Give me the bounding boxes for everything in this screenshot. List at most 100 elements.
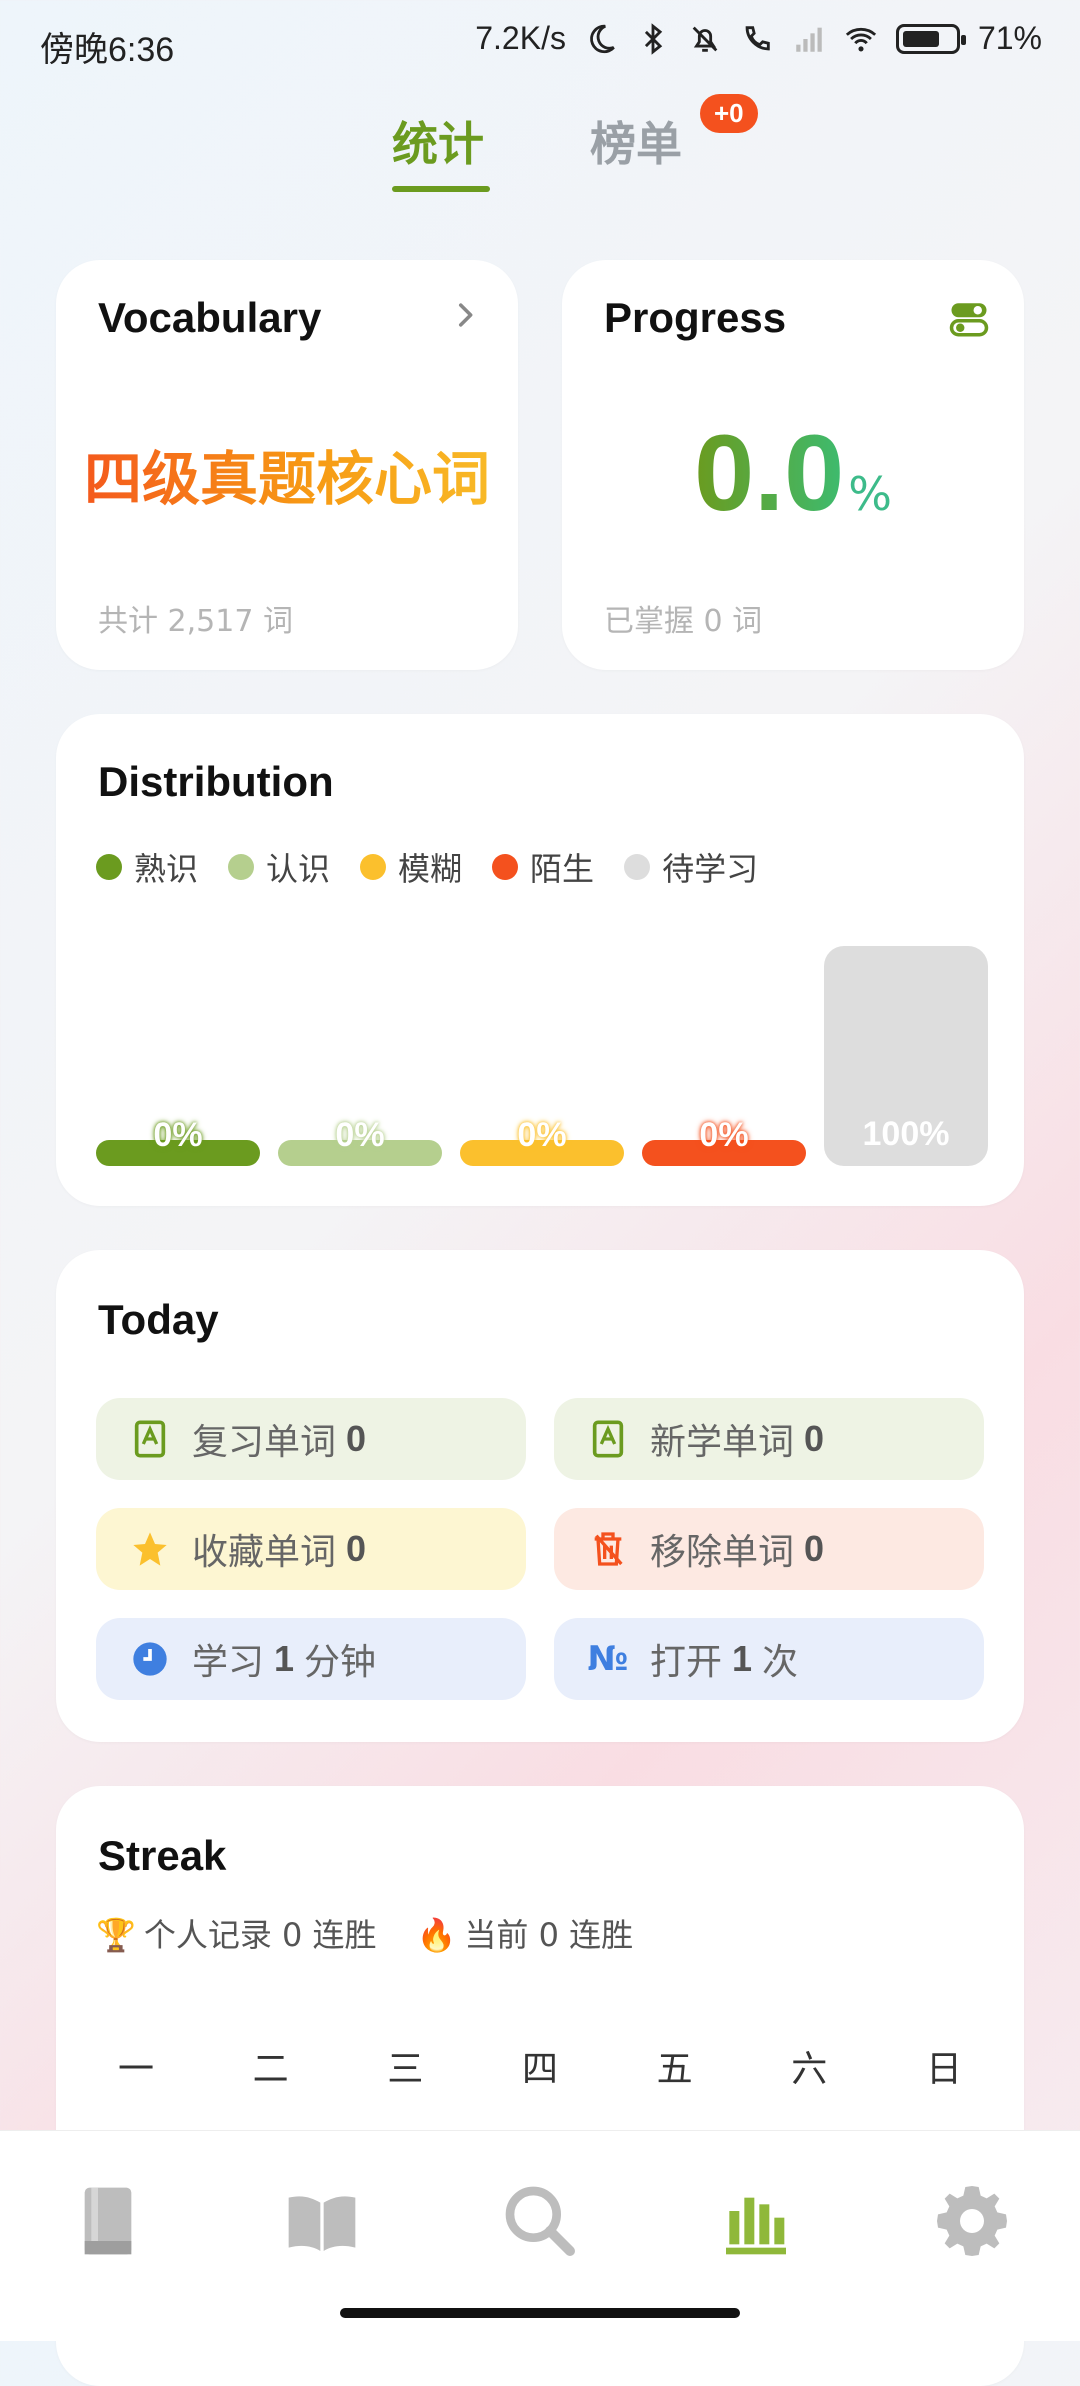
weekday-label: 二 <box>252 2049 289 2090</box>
ranking-badge: +0 <box>700 94 758 133</box>
distribution-bar: 0% <box>642 1116 806 1166</box>
open-count-suffix: 次 <box>762 1642 799 1683</box>
progress-card: Progress 0.0% 已掌握 0 词 <box>562 260 1024 670</box>
tab-active-indicator <box>392 186 490 192</box>
legend-dot <box>492 854 519 880</box>
bar-value-label: 0% <box>153 1116 203 1154</box>
study-time-suffix: 分钟 <box>304 1642 377 1683</box>
book-icon[interactable] <box>68 2181 148 2261</box>
legend-item: 模糊 <box>360 844 462 890</box>
weekday-label: 日 <box>925 2049 962 2090</box>
favorite-words-value: 0 <box>346 1528 367 1569</box>
removed-words-label: 移除单词 <box>650 1532 795 1573</box>
review-words-value: 0 <box>346 1418 367 1459</box>
toggle-icon[interactable] <box>948 298 990 340</box>
vocabulary-title: Vocabulary <box>98 294 322 341</box>
open-book-icon[interactable] <box>282 2181 362 2261</box>
legend-label: 待学习 <box>662 850 759 888</box>
today-title: Today <box>98 1296 219 1343</box>
chevron-right-icon[interactable] <box>448 298 482 332</box>
study-time-value: 1 <box>274 1638 295 1679</box>
distribution-bar: 0% <box>460 1116 624 1166</box>
distribution-bar: 0% <box>96 1116 260 1166</box>
streak-current: 当前 0 连胜 <box>464 1916 634 1954</box>
streak-summary: 🏆 个人记录 0 连胜 🔥 当前 0 连胜 <box>96 1910 633 1956</box>
weekday-label: 四 <box>521 2049 558 2090</box>
clock-icon <box>133 1642 167 1676</box>
number-sign-icon: № <box>587 1639 629 1679</box>
study-time-stat[interactable]: 学习 1 分钟 <box>96 1618 526 1700</box>
legend-label: 熟识 <box>134 850 199 888</box>
distribution-bar: 0% <box>278 1116 442 1166</box>
moon-icon <box>590 24 615 53</box>
removed-words-stat[interactable]: 移除单词 0 <box>554 1508 984 1590</box>
stats-icon[interactable] <box>716 2181 796 2261</box>
distribution-title: Distribution <box>98 758 334 805</box>
legend-item: 熟识 <box>96 844 198 890</box>
open-count-stat[interactable]: № 打开 1 次 <box>554 1618 984 1700</box>
battery-icon <box>895 23 966 54</box>
trash-icon <box>594 1532 623 1566</box>
today-card: Today 复习单词 0 新学单词 0 收藏单词 0 移除单词 0 学习 1 分钟 № 打开… <box>56 1250 1024 1742</box>
wifi-icon <box>845 27 877 51</box>
study-time-prefix: 学习 <box>192 1642 265 1683</box>
open-count-prefix: 打开 <box>650 1642 723 1683</box>
signal-icon <box>796 27 822 52</box>
favorite-words-label: 收藏单词 <box>192 1532 337 1573</box>
settings-icon[interactable] <box>932 2181 1012 2261</box>
network-speed: 7.2K/s <box>475 20 566 56</box>
new-words-value: 0 <box>804 1418 825 1459</box>
legend-dot <box>360 854 387 880</box>
home-indicator <box>340 2308 740 2318</box>
search-icon[interactable] <box>500 2181 580 2261</box>
book-icon <box>592 1420 624 1458</box>
distribution-card: Distribution 熟识 认识 模糊 陌生 待学习 0% 0% 0% 0% 100… <box>56 714 1024 1206</box>
review-words-label: 复习单词 <box>192 1422 337 1463</box>
streak-record-item: 🏆 个人记录 0 连胜 <box>96 1910 377 1956</box>
streak-record: 个人记录 0 连胜 <box>143 1916 377 1954</box>
status-icons: 7.2K/s 71% <box>475 20 1042 57</box>
star-icon <box>133 1532 167 1566</box>
bluetooth-icon <box>644 22 663 55</box>
favorite-words-stat[interactable]: 收藏单词 0 <box>96 1508 526 1590</box>
status-time: 傍晚6:36 <box>40 31 175 69</box>
streak-title: Streak <box>98 1832 227 1879</box>
streak-current-item: 🔥 当前 0 连胜 <box>417 1910 634 1956</box>
legend-label: 模糊 <box>398 850 463 888</box>
distribution-bar: 100% <box>824 946 988 1166</box>
progress-unit: % <box>848 467 892 521</box>
bar-value-label: 100% <box>862 1115 950 1153</box>
vocabulary-total: 共计 2,517 词 <box>98 604 293 639</box>
fire-icon: 🔥 <box>416 1916 457 1954</box>
call-icon <box>745 25 770 50</box>
bar-value-label: 0% <box>335 1116 385 1154</box>
weekday-label: 五 <box>656 2049 693 2090</box>
bar-value-label: 0% <box>517 1116 567 1154</box>
status-bar: 傍晚6:36 7.2K/s 71% <box>0 0 1080 92</box>
legend-dot <box>228 854 255 880</box>
vocabulary-card[interactable]: Vocabulary 四级真题核心词 共计 2,517 词 <box>56 260 518 670</box>
tab-stats[interactable]: 统计 <box>392 108 484 174</box>
book-icon <box>134 1420 166 1458</box>
new-words-label: 新学单词 <box>650 1422 795 1463</box>
distribution-legend: 熟识 认识 模糊 陌生 待学习 <box>96 844 758 890</box>
vocabulary-book-name: 四级真题核心词 <box>56 432 518 516</box>
new-words-stat[interactable]: 新学单词 0 <box>554 1398 984 1480</box>
removed-words-value: 0 <box>804 1528 825 1569</box>
review-words-stat[interactable]: 复习单词 0 <box>96 1398 526 1480</box>
progress-title: Progress <box>604 294 787 341</box>
trophy-icon: 🏆 <box>96 1916 136 1954</box>
legend-item: 陌生 <box>492 844 594 890</box>
legend-dot <box>96 854 122 880</box>
weekday-label: 六 <box>791 2049 828 2090</box>
weekday-label: 三 <box>387 2049 424 2090</box>
tab-ranking[interactable]: 榜单 <box>590 108 682 174</box>
open-count-value: 1 <box>732 1638 753 1679</box>
legend-item: 待学习 <box>624 844 758 890</box>
bar-value-label: 0% <box>699 1116 749 1154</box>
legend-label: 陌生 <box>530 850 595 888</box>
progress-percent: 0.0% <box>562 410 1024 535</box>
weekday-row: 一 二 三 四 五 六 日 <box>96 2040 984 2092</box>
battery-level: 71% <box>977 20 1042 56</box>
weekday-label: 一 <box>118 2049 155 2090</box>
